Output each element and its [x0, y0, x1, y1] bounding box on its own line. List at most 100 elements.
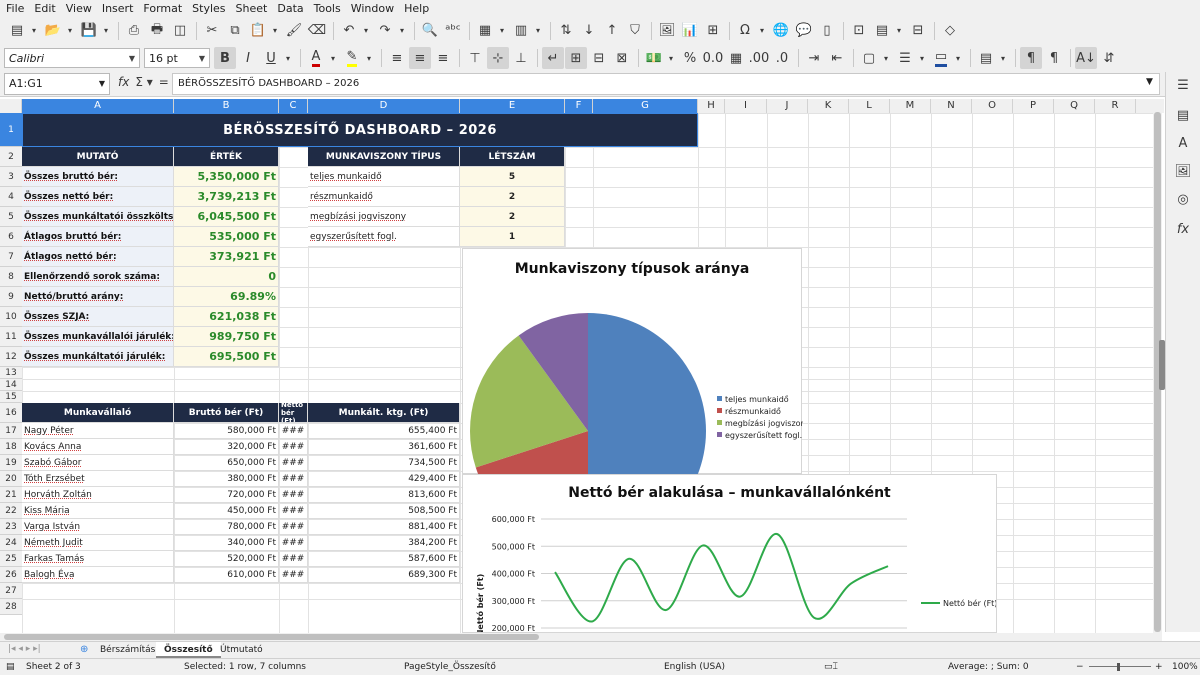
summary-label[interactable]: Összes munkáltatói járulék: [22, 347, 174, 367]
header-mutato[interactable]: MUTATÓ [22, 147, 174, 167]
redo-icon[interactable]: ↷ [374, 20, 396, 42]
tab-osszesito[interactable]: Összesítő [156, 642, 221, 658]
column-header-n[interactable]: N [931, 99, 972, 113]
row-header-8[interactable]: 8 [0, 267, 22, 287]
employee-gross[interactable]: 520,000 Ft [174, 551, 279, 567]
conditional-format-icon[interactable]: ▤ [975, 47, 997, 69]
menu-item-styles[interactable]: Styles [192, 2, 232, 15]
header-letszam[interactable]: LÉTSZÁM [460, 147, 565, 167]
paste-icon[interactable]: 📋 [247, 20, 269, 42]
employee-name[interactable]: Varga István [22, 519, 174, 535]
name-box[interactable]: A1:G1 ▼ [4, 73, 110, 95]
row-header-21[interactable]: 21 [0, 487, 22, 503]
summary-value[interactable]: 0 [174, 267, 279, 287]
menu-item-view[interactable]: View [66, 2, 99, 15]
sum-status[interactable]: Average: ; Sum: 0 [948, 662, 1029, 672]
line-chart[interactable]: Nettó bér alakulása – munkavállalónként … [462, 474, 997, 633]
summary-value[interactable]: 373,921 Ft [174, 247, 279, 267]
align-center-icon[interactable]: ≡ [409, 47, 431, 69]
employee-gross[interactable]: 320,000 Ft [174, 439, 279, 455]
row-header-18[interactable]: 18 [0, 439, 22, 455]
split-window-icon[interactable]: ⊟ [907, 20, 929, 42]
currency-format-icon[interactable]: 💵 [643, 47, 665, 69]
column-header-g[interactable]: G [593, 99, 698, 113]
summary-label[interactable]: Összes munkáltatói összköltség: [22, 207, 174, 227]
borders-icon[interactable]: ▢ [858, 47, 880, 69]
employee-cost[interactable]: 881,400 Ft [308, 519, 460, 535]
styles-icon[interactable]: A [1174, 136, 1192, 154]
undo-dropdown-icon[interactable]: ▾ [361, 20, 371, 42]
merge-cells-icon[interactable]: ⊟ [588, 47, 610, 69]
save-icon[interactable]: 💾 [78, 20, 100, 42]
employee-cost[interactable]: 361,600 Ft [308, 439, 460, 455]
column-header-a[interactable]: A [22, 99, 174, 113]
type-label[interactable]: megbízási jogviszony [308, 207, 460, 227]
header-munkalt-ktg[interactable]: Munkált. ktg. (Ft) [308, 403, 460, 423]
freeze-rows-icon[interactable]: ▤ [871, 20, 893, 42]
employee-net-overflow[interactable]: ### [279, 519, 308, 535]
row-header-20[interactable]: 20 [0, 471, 22, 487]
row-header-2[interactable]: 2 [0, 147, 22, 167]
row-dropdown-icon[interactable]: ▾ [497, 20, 507, 42]
column-header-d[interactable]: D [308, 99, 460, 113]
column-header-l[interactable]: L [849, 99, 890, 113]
column-header-e[interactable]: E [460, 99, 565, 113]
menu-icon[interactable]: ☰ [1174, 78, 1192, 96]
tab-utmutato[interactable]: Útmutató [212, 642, 271, 658]
open-dropdown-icon[interactable]: ▾ [65, 20, 75, 42]
row-icon[interactable]: ▦ [474, 20, 496, 42]
text-direction-ltr-icon[interactable]: ¶ [1020, 47, 1042, 69]
header-munkaviszony-tipus[interactable]: MUNKAVISZONY TÍPUS [308, 147, 460, 167]
employee-net-overflow[interactable]: ### [279, 423, 308, 439]
language-status[interactable]: English (USA) [664, 662, 725, 672]
conditional-dropdown-icon[interactable]: ▾ [998, 47, 1008, 69]
align-bottom-icon[interactable]: ⊥ [510, 47, 532, 69]
row-header-23[interactable]: 23 [0, 519, 22, 535]
row-header-16[interactable]: 16 [0, 403, 22, 423]
employee-net-overflow[interactable]: ### [279, 567, 308, 583]
page-style[interactable]: PageStyle_Összesítő [404, 662, 496, 672]
menu-item-file[interactable]: File [6, 2, 31, 15]
employee-name[interactable]: Horváth Zoltán [22, 487, 174, 503]
employee-net-overflow[interactable]: ### [279, 551, 308, 567]
column-header-p[interactable]: P [1013, 99, 1054, 113]
show-draw-functions-icon[interactable]: ◇ [939, 20, 961, 42]
summary-label[interactable]: Összes munkavállalói járulék: [22, 327, 174, 347]
employee-gross[interactable]: 650,000 Ft [174, 455, 279, 471]
zoom-slider-thumb[interactable] [1117, 663, 1120, 671]
summary-label[interactable]: Nettó/bruttó arány: [22, 287, 174, 307]
row-header-22[interactable]: 22 [0, 503, 22, 519]
employee-gross[interactable]: 450,000 Ft [174, 503, 279, 519]
employee-gross[interactable]: 780,000 Ft [174, 519, 279, 535]
employee-net-overflow[interactable]: ### [279, 471, 308, 487]
print-preview-icon[interactable]: ◫ [169, 20, 191, 42]
menu-item-window[interactable]: Window [351, 2, 401, 15]
formula-input[interactable]: BÉRÖSSZESÍTŐ DASHBOARD – 2026 [172, 73, 1160, 95]
column-header-m[interactable]: M [890, 99, 931, 113]
summary-value[interactable]: 5,350,000 Ft [174, 167, 279, 187]
bold-icon[interactable]: B [214, 47, 236, 69]
row-header-15[interactable]: 15 [0, 391, 22, 403]
type-label[interactable]: egyszerűsített fogl. [308, 227, 460, 247]
row-header-14[interactable]: 14 [0, 379, 22, 391]
merge-center-icon[interactable]: ⊞ [565, 47, 587, 69]
select-all-corner[interactable] [0, 99, 22, 113]
highlight-color-icon[interactable]: ✎ [341, 47, 363, 69]
summary-label[interactable]: Összes nettó bér: [22, 187, 174, 207]
header-footer-icon[interactable]: ▯ [816, 20, 838, 42]
row-header-12[interactable]: 12 [0, 347, 22, 367]
align-top-icon[interactable]: ⊤ [464, 47, 486, 69]
column-header-o[interactable]: O [972, 99, 1013, 113]
summary-value[interactable]: 695,500 Ft [174, 347, 279, 367]
employee-cost[interactable]: 734,500 Ft [308, 455, 460, 471]
summary-value[interactable]: 3,739,213 Ft [174, 187, 279, 207]
summary-label[interactable]: Összes bruttó bér: [22, 167, 174, 187]
employee-cost[interactable]: 689,300 Ft [308, 567, 460, 583]
employee-name[interactable]: Kovács Anna [22, 439, 174, 455]
new-dropdown-icon[interactable]: ▾ [29, 20, 39, 42]
undo-icon[interactable]: ↶ [338, 20, 360, 42]
properties-icon[interactable]: ▤ [1174, 108, 1192, 126]
row-header-25[interactable]: 25 [0, 551, 22, 567]
header-munkavallalo[interactable]: Munkavállaló [22, 403, 174, 423]
employee-gross[interactable]: 720,000 Ft [174, 487, 279, 503]
